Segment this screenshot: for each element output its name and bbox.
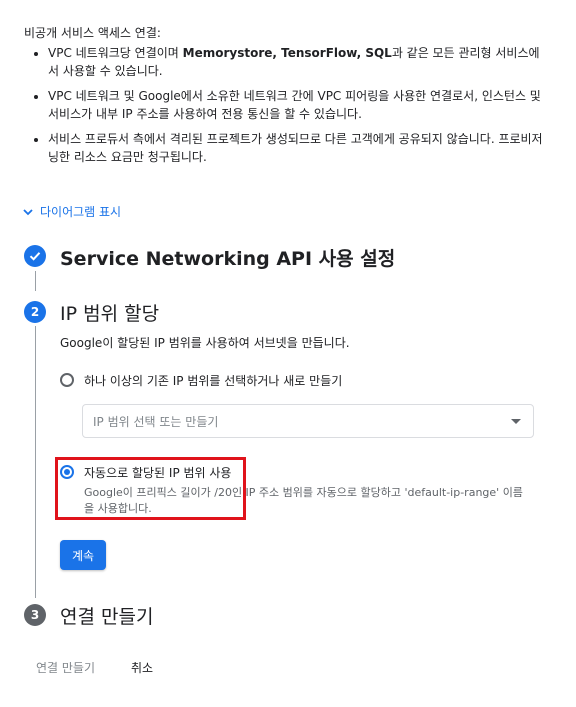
step-title-connection: 연결 만들기	[60, 606, 154, 628]
intro-bullet: 서비스 프로듀서 측에서 격리된 프로젝트가 생성되므로 다른 고객에게 공유되…	[48, 130, 544, 166]
radio-auto-help: Google이 프리픽스 길이가 /20인 IP 주소 범위를 자동으로 할당하…	[84, 486, 523, 515]
show-diagram-toggle[interactable]: 다이어그램 표시	[22, 203, 121, 220]
intro-section: 비공개 서비스 액세스 연결: VPC 네트워크당 연결이며 Memorysto…	[24, 24, 544, 173]
radio-option-existing[interactable]: 하나 이상의 기존 IP 범위를 선택하거나 새로 만들기	[60, 372, 342, 389]
continue-button[interactable]: 계속	[60, 540, 106, 570]
cancel-button[interactable]: 취소	[131, 659, 153, 676]
radio-existing-label: 하나 이상의 기존 IP 범위를 선택하거나 새로 만들기	[84, 374, 343, 388]
ip-range-select-placeholder: IP 범위 선택 또는 만들기	[93, 414, 219, 429]
radio-auto[interactable]	[60, 465, 74, 479]
chevron-down-icon	[23, 208, 33, 215]
dropdown-caret-icon	[511, 419, 521, 424]
intro-heading: 비공개 서비스 액세스 연결:	[24, 26, 161, 40]
intro-bullet-bold: Memorystore, TensorFlow, SQL	[182, 46, 392, 60]
ip-range-select[interactable]: IP 범위 선택 또는 만들기	[82, 404, 534, 438]
step-connector	[35, 326, 36, 598]
step-number-3: 3	[24, 604, 46, 626]
radio-auto-label: 자동으로 할당된 IP 범위 사용	[84, 466, 232, 480]
intro-bullets: VPC 네트워크당 연결이며 Memorystore, TensorFlow, …	[24, 44, 544, 166]
step-complete-check-icon	[24, 245, 46, 267]
step-connector	[35, 271, 36, 291]
intro-bullet-text: VPC 네트워크당 연결이며	[48, 46, 183, 60]
show-diagram-label: 다이어그램 표시	[40, 205, 122, 219]
step-number-2: 2	[24, 301, 46, 323]
radio-option-auto[interactable]: 자동으로 할당된 IP 범위 사용 Google이 프리픽스 길이가 /20인 …	[60, 464, 529, 517]
radio-existing[interactable]	[60, 373, 74, 387]
radio-auto-content: 자동으로 할당된 IP 범위 사용 Google이 프리픽스 길이가 /20인 …	[84, 464, 529, 517]
intro-bullet: VPC 네트워크당 연결이며 Memorystore, TensorFlow, …	[48, 44, 544, 80]
step-title-ip-range: IP 범위 할당	[60, 303, 160, 325]
step-title-api: Service Networking API 사용 설정	[60, 248, 396, 270]
create-connection-button[interactable]: 연결 만들기	[36, 659, 95, 676]
intro-bullet: VPC 네트워크 및 Google에서 소유한 네트워크 간에 VPC 피어링을…	[48, 87, 544, 123]
ip-range-description: Google이 할당된 IP 범위를 사용하여 서브넷을 만듭니다.	[60, 336, 350, 350]
